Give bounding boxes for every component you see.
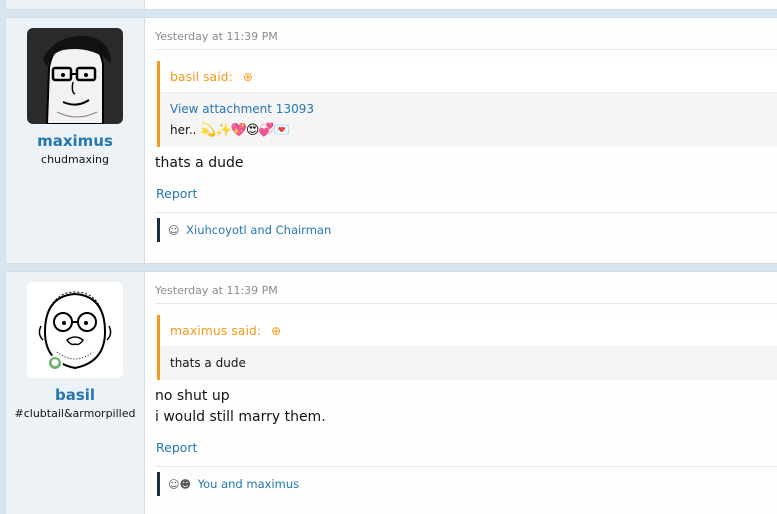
post: ● basil #clubtail&armorpilled Yesterday … (5, 271, 777, 514)
avatar-image (27, 282, 123, 378)
attachment-link[interactable]: View attachment 13093 (170, 102, 314, 116)
quote-block: basil said: ⊕ View attachment 13093 her.… (157, 61, 777, 147)
quote-header[interactable]: maximus said: ⊕ (160, 315, 777, 347)
message-body: no shut up i would still marry them. (155, 386, 777, 428)
reaction-avatar-icon: ☺☻ (168, 478, 191, 491)
likes-text[interactable]: You and maximus (198, 477, 300, 491)
quote-author: basil said: (170, 69, 233, 84)
message-line: no shut up (155, 388, 230, 404)
post-main: Yesterday at 11:39 PM basil said: ⊕ View… (145, 18, 777, 263)
likes-divider (155, 466, 777, 467)
post-date[interactable]: Yesterday at 11:39 PM (155, 272, 777, 304)
likes-text[interactable]: Xiuhcoyotl and Chairman (186, 223, 331, 237)
likes-divider (155, 212, 777, 213)
previous-user-cell (6, 0, 145, 9)
user-title: chudmaxing (41, 153, 109, 166)
message-body: thats a dude (155, 153, 777, 174)
avatar[interactable] (27, 28, 123, 124)
username-link[interactable]: basil (6, 386, 144, 404)
quote-author: maximus said: (170, 323, 262, 338)
online-status-icon: ● (47, 355, 63, 371)
post-date[interactable]: Yesterday at 11:39 PM (155, 18, 777, 50)
message-line: thats a dude (155, 155, 244, 171)
message-line: i would still marry them. (155, 409, 326, 425)
likes-bar[interactable]: ☺☻ You and maximus (157, 472, 777, 496)
arrow-up-circle-icon[interactable]: ⊕ (243, 70, 253, 84)
user-cell: ● basil #clubtail&armorpilled (6, 272, 153, 514)
username-link[interactable]: maximus (6, 132, 144, 150)
quote-header[interactable]: basil said: ⊕ (160, 61, 777, 93)
emoji-row: 💫✨💖😍💞💌 (200, 123, 289, 138)
previous-main-cell (145, 0, 777, 9)
user-cell: maximus chudmaxing (6, 18, 153, 263)
avatar-image (27, 28, 123, 124)
quote-text: thats a dude (170, 356, 246, 370)
post-main: Yesterday at 11:39 PM maximus said: ⊕ th… (145, 272, 777, 514)
post: maximus chudmaxing Yesterday at 11:39 PM… (5, 17, 777, 264)
previous-post (5, 0, 777, 10)
likes-bar[interactable]: ☺ Xiuhcoyotl and Chairman (157, 218, 777, 242)
quote-block: maximus said: ⊕ thats a dude (157, 315, 777, 380)
avatar[interactable] (27, 282, 123, 378)
report-link[interactable]: Report (156, 186, 197, 201)
quote-body: thats a dude (160, 347, 777, 380)
reaction-avatar-icon: ☺ (168, 224, 180, 237)
quote-body: View attachment 13093 her.. 💫✨💖😍💞💌 (160, 93, 777, 147)
quote-text: her.. (170, 123, 197, 137)
arrow-up-circle-icon[interactable]: ⊕ (271, 324, 281, 338)
user-title: #clubtail&armorpilled (14, 407, 136, 420)
report-link[interactable]: Report (156, 440, 197, 455)
